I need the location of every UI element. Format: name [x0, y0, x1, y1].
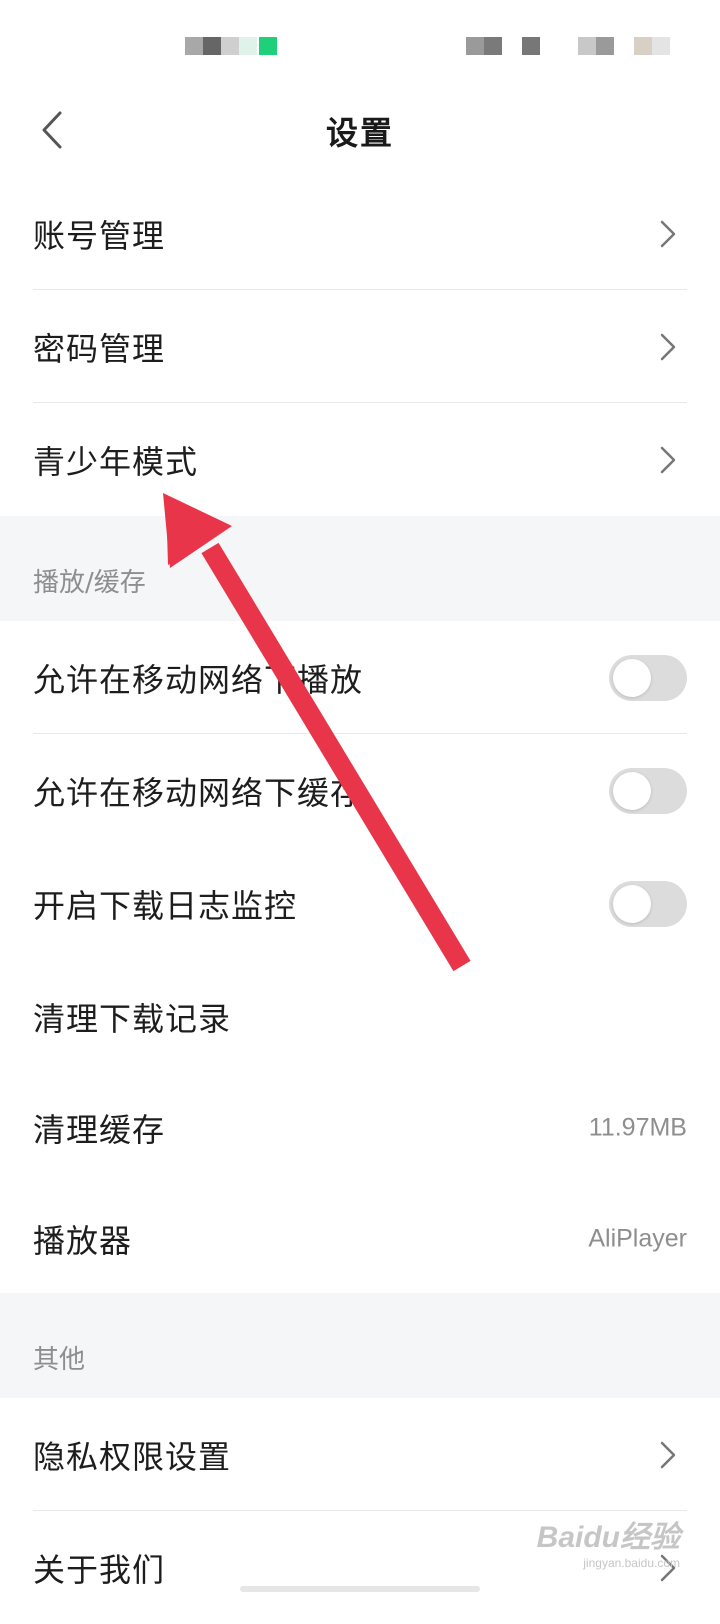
page-title: 设置: [325, 114, 394, 152]
cache-size-value: 11.97MB: [588, 1113, 687, 1141]
settings-item-privacy[interactable]: 隐私权限设置: [0, 1398, 720, 1511]
settings-item-clear-cache[interactable]: 清理缓存 11.97MB: [0, 1071, 720, 1184]
baidu-jingyan-watermark: Baidu经验 jingyan.baidu.com: [537, 1512, 680, 1570]
settings-item-label: 清理下载记录: [33, 999, 232, 1038]
status-bar-block: [466, 37, 484, 55]
section-header-playback: 播放/缓存: [0, 516, 720, 621]
home-indicator: [240, 1586, 480, 1592]
toggle-knob: [613, 771, 651, 810]
status-bar-block: [185, 37, 203, 55]
toggle-knob: [613, 658, 651, 697]
toggle-row-download-log: 开启下载日志监控: [0, 847, 720, 960]
status-bar: [0, 0, 720, 90]
chevron-right-icon: [660, 333, 676, 360]
settings-item-label: 清理缓存: [33, 1110, 166, 1149]
settings-item-label: 隐私权限设置: [33, 1437, 232, 1476]
chevron-right-icon: [660, 1441, 676, 1468]
status-bar-block: [522, 37, 540, 55]
chevron-right-icon: [660, 220, 676, 247]
watermark-sub: jingyan.baidu.com: [583, 1556, 680, 1570]
toggle-label: 开启下载日志监控: [33, 886, 298, 925]
status-bar-block: [239, 37, 257, 55]
status-bar-block: [484, 37, 502, 55]
settings-item-label: 播放器: [33, 1221, 133, 1260]
header-bar: 设置: [0, 90, 720, 172]
toggle-label: 允许在移动网络下缓存: [33, 773, 364, 812]
section-header-other: 其他: [0, 1293, 720, 1398]
mobile-cache-toggle[interactable]: [609, 767, 687, 814]
settings-item-label: 账号管理: [33, 216, 166, 255]
status-bar-block: [578, 37, 596, 55]
settings-item-clear-downloads[interactable]: 清理下载记录: [0, 960, 720, 1073]
status-bar-block: [652, 37, 670, 55]
status-bar-block: [634, 37, 652, 55]
settings-item-label: 青少年模式: [33, 442, 199, 481]
status-bar-block: [221, 37, 239, 55]
settings-item-account[interactable]: 账号管理: [0, 177, 720, 290]
watermark-main: Baidu经验: [536, 1521, 680, 1554]
status-bar-block: [596, 37, 614, 55]
section-title: 其他: [33, 1345, 86, 1375]
player-value: AliPlayer: [588, 1224, 687, 1252]
toggle-label: 允许在移动网络下播放: [33, 660, 364, 699]
settings-item-player[interactable]: 播放器 AliPlayer: [0, 1182, 720, 1295]
settings-item-teen-mode[interactable]: 青少年模式: [0, 403, 720, 516]
settings-item-password[interactable]: 密码管理: [0, 290, 720, 403]
section-title: 播放/缓存: [33, 568, 146, 598]
download-log-toggle[interactable]: [609, 880, 687, 927]
toggle-row-mobile-play: 允许在移动网络下播放: [0, 621, 720, 734]
toggle-knob: [613, 884, 651, 923]
status-bar-block: [203, 37, 221, 55]
settings-item-label: 密码管理: [33, 329, 166, 368]
status-bar-green-block: [259, 37, 277, 55]
settings-item-label: 关于我们: [33, 1550, 166, 1589]
toggle-row-mobile-cache: 允许在移动网络下缓存: [0, 734, 720, 847]
mobile-play-toggle[interactable]: [609, 654, 687, 701]
chevron-right-icon: [660, 446, 676, 473]
